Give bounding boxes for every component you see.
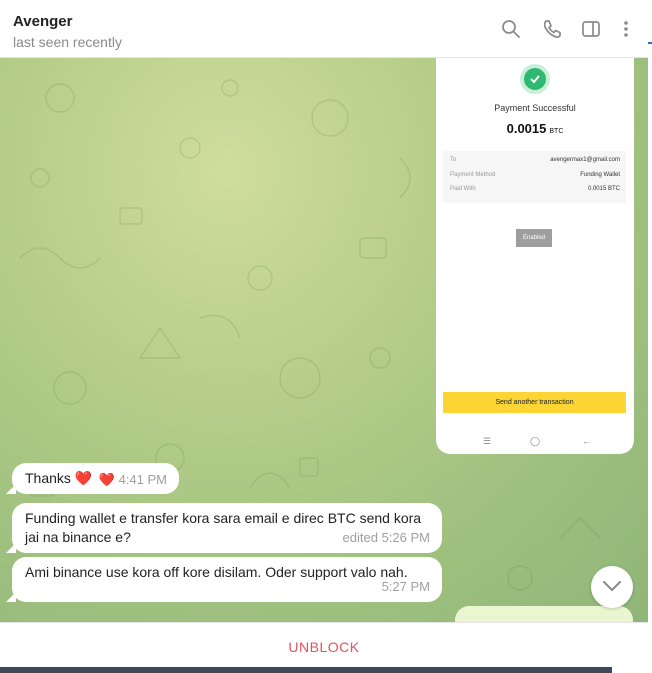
chat-area[interactable]: Payment Successful 0.0015 BTC To avengerm… [0,58,648,622]
message-text: Ami binance use kora off kore disilam. O… [25,564,408,580]
detail-row: To avengermax1@gmail.com [450,157,620,163]
edge-indicator [648,42,652,44]
window-bottom-strip [0,667,612,673]
window-right-edge [648,0,652,673]
unblock-button[interactable]: UNBLOCK [0,639,648,655]
message-time: edited 5:26 PM [342,530,430,545]
detail-row: Payment Method Funding Wallet [450,172,620,178]
detail-row: Paid With 0.0015 BTC [450,186,620,192]
payment-amount-unit: BTC [549,128,564,135]
phone-nav-bar: ☰ ◯ ← [436,432,634,454]
detail-value: avengermax1@gmail.com [550,157,620,163]
detail-label: Payment Method [450,172,496,178]
payment-screenshot-image[interactable]: Payment Successful 0.0015 BTC To avengerm… [436,58,634,454]
last-seen-status: last seen recently [13,34,122,50]
contact-name[interactable]: Avenger [13,13,72,30]
chevron-down-icon [603,581,621,592]
back-icon: ← [582,436,591,446]
chat-footer: UNBLOCK [0,622,648,667]
message-text: Thanks ❤️ [25,470,93,486]
message-bubble[interactable]: Ami binance use kora off kore disilam. O… [6,557,442,602]
home-icon: ◯ [530,436,541,446]
send-another-transaction-button: Send another transaction [443,392,626,413]
phone-icon[interactable] [541,18,563,40]
outgoing-message-peek [455,606,633,622]
scroll-to-bottom-button[interactable] [591,566,633,608]
message-bubble[interactable]: Funding wallet e transfer kora sara emai… [6,503,442,553]
menu-icon: ☰ [483,436,492,446]
payment-status-title: Payment Successful [494,103,576,113]
success-check-icon [524,68,546,90]
search-icon[interactable] [500,18,522,40]
enabled-button: Enabled [516,229,552,247]
detail-value: 0.0015 BTC [587,186,620,192]
payment-details: To avengermax1@gmail.com Payment Method … [443,151,626,203]
detail-value: Funding Wallet [580,172,620,178]
bubble-tail [6,592,16,602]
message-time: 5:27 PM [381,579,430,594]
message-bubble[interactable]: Thanks ❤️ ❤️ 4:41 PM [6,463,179,494]
heart-reaction-icon[interactable]: ❤️ [99,472,115,487]
sidebar-toggle-icon[interactable] [580,18,602,40]
chat-header: Avenger last seen recently [0,0,648,58]
bubble-tail [6,543,16,553]
payment-amount-value: 0.0015 [506,121,547,136]
bubble-tail [6,484,16,494]
message-meta: ❤️ 4:41 PM [99,470,167,489]
more-vertical-icon[interactable] [615,18,637,40]
detail-label: Paid With [450,186,476,192]
payment-amount: 0.0015 BTC [436,121,634,136]
message-time: 4:41 PM [118,472,167,487]
detail-label: To [450,157,457,163]
